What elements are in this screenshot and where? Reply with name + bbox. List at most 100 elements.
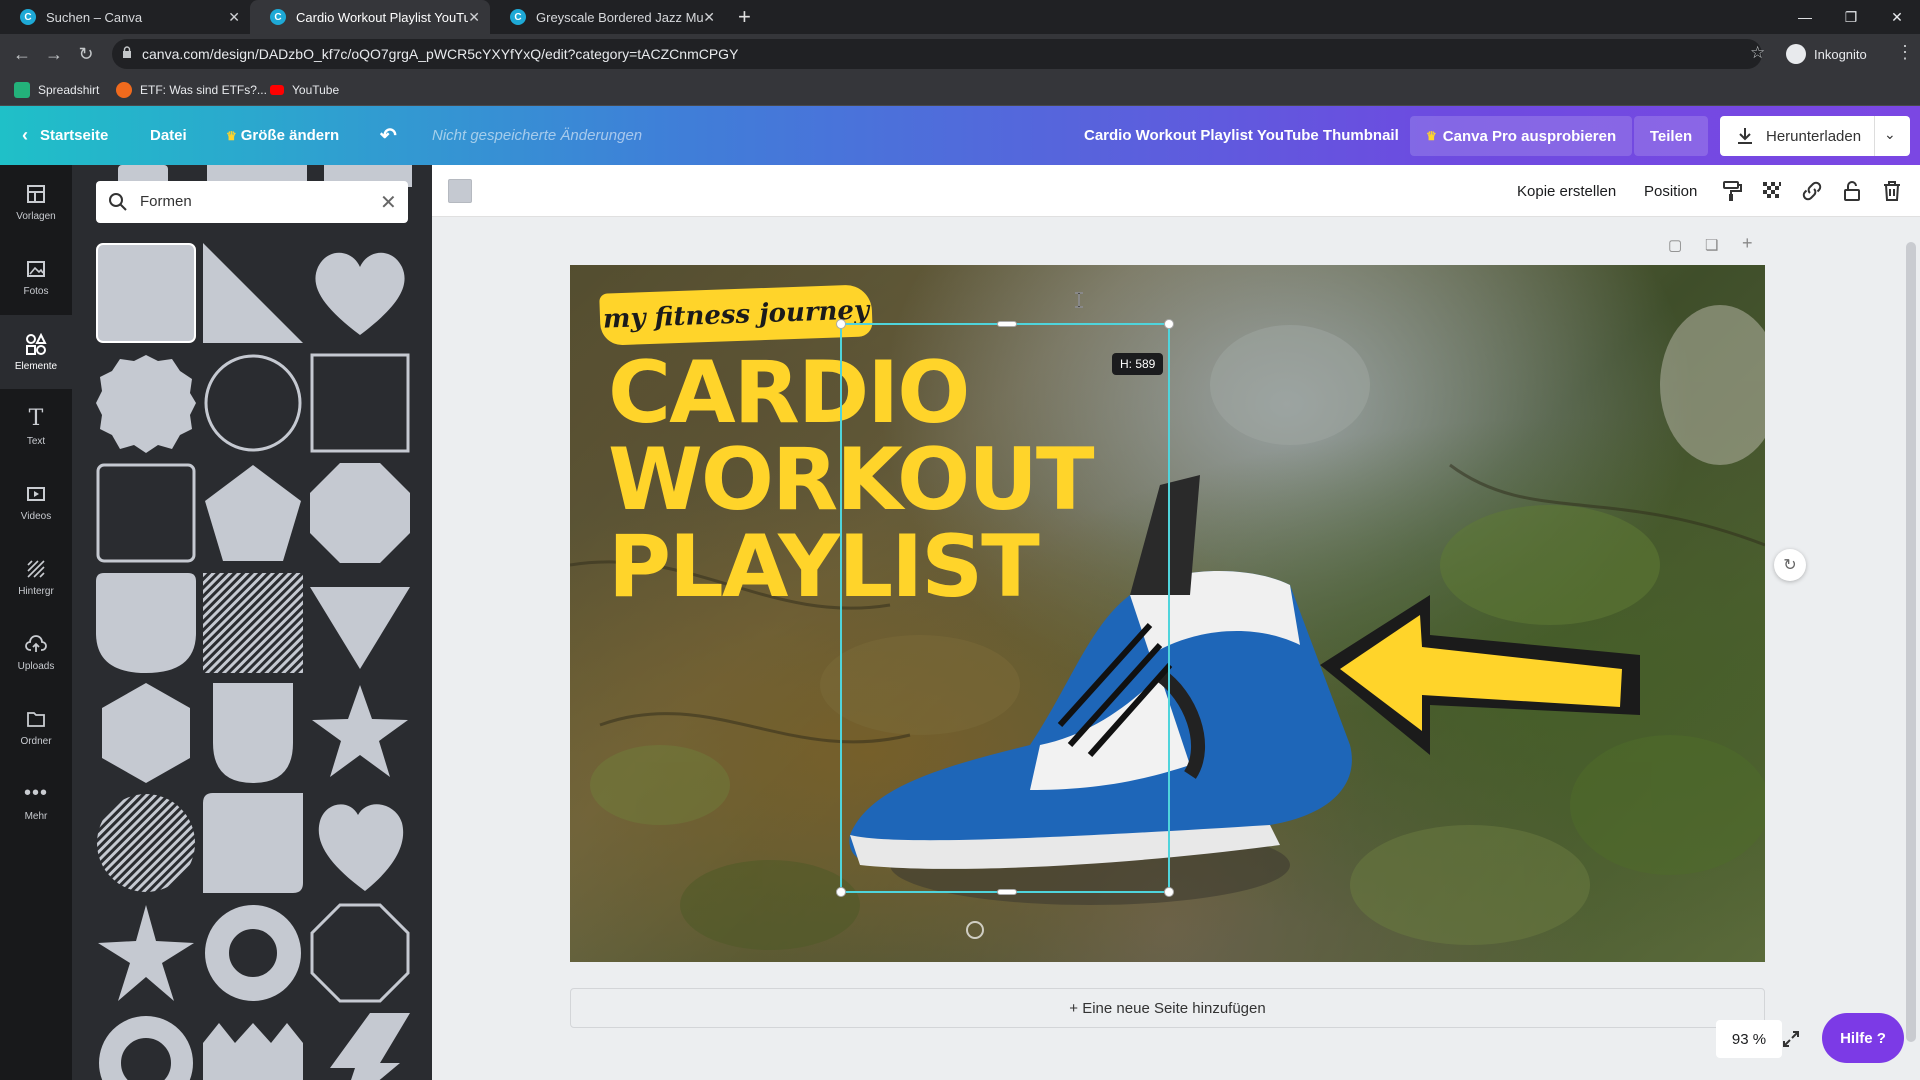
resize-handle[interactable] bbox=[836, 887, 846, 897]
copy-button[interactable]: Kopie erstellen bbox=[1517, 165, 1616, 217]
file-menu-button[interactable]: Datei bbox=[150, 106, 187, 165]
transparency-icon[interactable] bbox=[1760, 179, 1784, 203]
tab-greyscale-jazz[interactable]: C Greyscale Bordered Jazz Music Y ✕ bbox=[490, 0, 725, 34]
shape-right-triangle[interactable] bbox=[203, 243, 303, 343]
rail-item-more[interactable]: ••• Mehr bbox=[0, 765, 72, 839]
browser-menu-icon[interactable]: ⋮ bbox=[1896, 42, 1914, 63]
clear-search-icon[interactable]: ✕ bbox=[380, 190, 397, 215]
undo-icon[interactable]: ↶ bbox=[380, 106, 397, 165]
fitness-tag[interactable]: my fitness journey bbox=[599, 284, 873, 346]
rail-item-photos[interactable]: Fotos bbox=[0, 240, 72, 314]
paint-roller-icon[interactable] bbox=[1720, 179, 1744, 203]
unsaved-status: Nicht gespeicherte Änderungen bbox=[432, 127, 643, 144]
add-new-page-button[interactable]: + Eine neue Seite hinzufügen bbox=[570, 988, 1765, 1028]
shape-circle-outline[interactable] bbox=[203, 353, 303, 453]
shape-search-box[interactable]: Formen ✕ bbox=[96, 181, 408, 223]
selection-box[interactable] bbox=[836, 319, 1174, 897]
bookmark-label: ETF: Was sind ETFs?... bbox=[140, 83, 267, 97]
design-canvas[interactable]: my fitness journey CARDIO WORKOUT PLAYLI… bbox=[570, 265, 1765, 962]
shape-hexagon[interactable] bbox=[96, 683, 196, 783]
home-button[interactable]: ‹ Startseite bbox=[22, 106, 108, 165]
shape-striped-circle[interactable] bbox=[96, 793, 196, 893]
tab-close-icon[interactable]: ✕ bbox=[468, 9, 480, 26]
rail-item-templates[interactable]: Vorlagen bbox=[0, 165, 72, 239]
trash-icon[interactable] bbox=[1880, 179, 1904, 203]
shape-shield-rounded[interactable] bbox=[96, 573, 196, 673]
new-tab-button[interactable]: + bbox=[738, 4, 751, 30]
rail-item-videos[interactable]: Videos bbox=[0, 465, 72, 539]
shape-octagon-outline[interactable] bbox=[310, 903, 410, 1003]
resize-handle[interactable] bbox=[836, 319, 846, 329]
duplicate-page-icon[interactable]: ❏ bbox=[1705, 236, 1725, 256]
shape-star-slim[interactable] bbox=[96, 903, 196, 1003]
minimize-icon[interactable]: — bbox=[1782, 0, 1828, 34]
shape-wavy-circle[interactable] bbox=[96, 353, 196, 453]
shape-star[interactable] bbox=[310, 683, 410, 783]
rail-item-elements[interactable]: Elemente bbox=[0, 315, 72, 389]
chevron-down-icon[interactable]: ⌄ bbox=[1884, 126, 1896, 143]
resize-handle[interactable] bbox=[1164, 319, 1174, 329]
canva-pro-button[interactable]: ♛ Canva Pro ausprobieren bbox=[1410, 116, 1633, 156]
rotate-handle-icon[interactable] bbox=[966, 921, 984, 939]
help-button[interactable]: Hilfe ? bbox=[1822, 1013, 1904, 1063]
canva-header: ‹ Startseite Datei ♛ Größe ändern ↶ Nich… bbox=[0, 106, 1920, 165]
shape-heart-tilted[interactable] bbox=[310, 793, 410, 893]
shape-octagon[interactable] bbox=[310, 463, 410, 563]
resize-handle[interactable] bbox=[1164, 887, 1174, 897]
design-title[interactable]: Cardio Workout Playlist YouTube Thumbnai… bbox=[1084, 106, 1399, 165]
bookmark-spreadshirt[interactable]: Spreadshirt bbox=[14, 74, 99, 106]
shape-rounded-square-outline[interactable] bbox=[96, 463, 196, 563]
forward-icon[interactable]: → bbox=[42, 42, 66, 66]
back-icon[interactable]: ← bbox=[10, 42, 34, 66]
window-close-icon[interactable]: ✕ bbox=[1874, 0, 1920, 34]
download-icon bbox=[1738, 128, 1752, 144]
refresh-icon[interactable]: ↻ bbox=[1774, 549, 1806, 581]
reload-icon[interactable]: ↻ bbox=[74, 42, 98, 66]
color-swatch[interactable] bbox=[448, 179, 472, 203]
bookmark-youtube[interactable]: YouTube bbox=[270, 74, 339, 106]
shape-rounded-square[interactable] bbox=[96, 243, 196, 343]
shape-heart[interactable] bbox=[310, 243, 410, 343]
restore-icon[interactable]: ❐ bbox=[1828, 0, 1874, 34]
shape-striped-square[interactable] bbox=[203, 573, 303, 673]
fullscreen-icon[interactable] bbox=[1776, 1024, 1806, 1054]
vertical-scrollbar[interactable] bbox=[1904, 220, 1918, 1060]
shape-square-outline[interactable] bbox=[310, 353, 410, 453]
rail-label: Elemente bbox=[14, 360, 58, 372]
bookmark-etf[interactable]: ETF: Was sind ETFs?... bbox=[116, 74, 267, 106]
position-button[interactable]: Position bbox=[1644, 165, 1697, 217]
link-icon[interactable] bbox=[1800, 179, 1824, 203]
resize-button[interactable]: ♛ Größe ändern bbox=[226, 106, 339, 165]
incognito-badge[interactable]: Inkognito bbox=[1786, 40, 1867, 68]
search-input[interactable]: Formen bbox=[140, 193, 192, 210]
tab-close-icon[interactable]: ✕ bbox=[703, 9, 715, 26]
add-page-icon[interactable]: + bbox=[1742, 233, 1762, 253]
rail-label: Mehr bbox=[24, 810, 48, 822]
tab-cardio-workout[interactable]: C Cardio Workout Playlist YouTube ✕ bbox=[250, 0, 490, 34]
share-button[interactable]: Teilen bbox=[1634, 116, 1708, 156]
bookmark-star-icon[interactable]: ☆ bbox=[1750, 43, 1765, 63]
shape-lightning[interactable] bbox=[310, 1013, 410, 1080]
download-button[interactable]: Herunterladen ⌄ bbox=[1720, 116, 1910, 156]
shape-down-triangle[interactable] bbox=[310, 573, 410, 673]
resize-handle[interactable] bbox=[997, 321, 1017, 327]
url-field[interactable]: canva.com/design/DADzbO_kf7c/oQO7grgA_pW… bbox=[112, 39, 1762, 69]
bookmarks-bar: Spreadshirt ETF: Was sind ETFs?... YouTu… bbox=[0, 74, 1920, 106]
shape-ring[interactable] bbox=[203, 903, 303, 1003]
shape-pentagon[interactable] bbox=[203, 463, 303, 563]
scrollbar-thumb[interactable] bbox=[1906, 242, 1916, 1042]
rail-item-background[interactable]: Hintergr bbox=[0, 540, 72, 614]
shape-ring-partial[interactable] bbox=[96, 1013, 196, 1080]
shape-zigzag[interactable] bbox=[203, 1013, 303, 1080]
shape-leaf-square[interactable] bbox=[203, 793, 303, 893]
shape-badge[interactable] bbox=[203, 683, 303, 783]
zoom-level[interactable]: 93 % bbox=[1716, 1020, 1782, 1058]
rail-item-text[interactable]: T Text bbox=[0, 390, 72, 464]
lock-icon[interactable] bbox=[1840, 179, 1864, 203]
rail-item-folder[interactable]: Ordner bbox=[0, 690, 72, 764]
tab-search-canva[interactable]: C Suchen – Canva ✕ bbox=[0, 0, 250, 34]
rail-item-uploads[interactable]: Uploads bbox=[0, 615, 72, 689]
tab-close-icon[interactable]: ✕ bbox=[228, 9, 240, 26]
resize-handle[interactable] bbox=[997, 889, 1017, 895]
page-notes-icon[interactable]: ▢ bbox=[1668, 236, 1688, 256]
